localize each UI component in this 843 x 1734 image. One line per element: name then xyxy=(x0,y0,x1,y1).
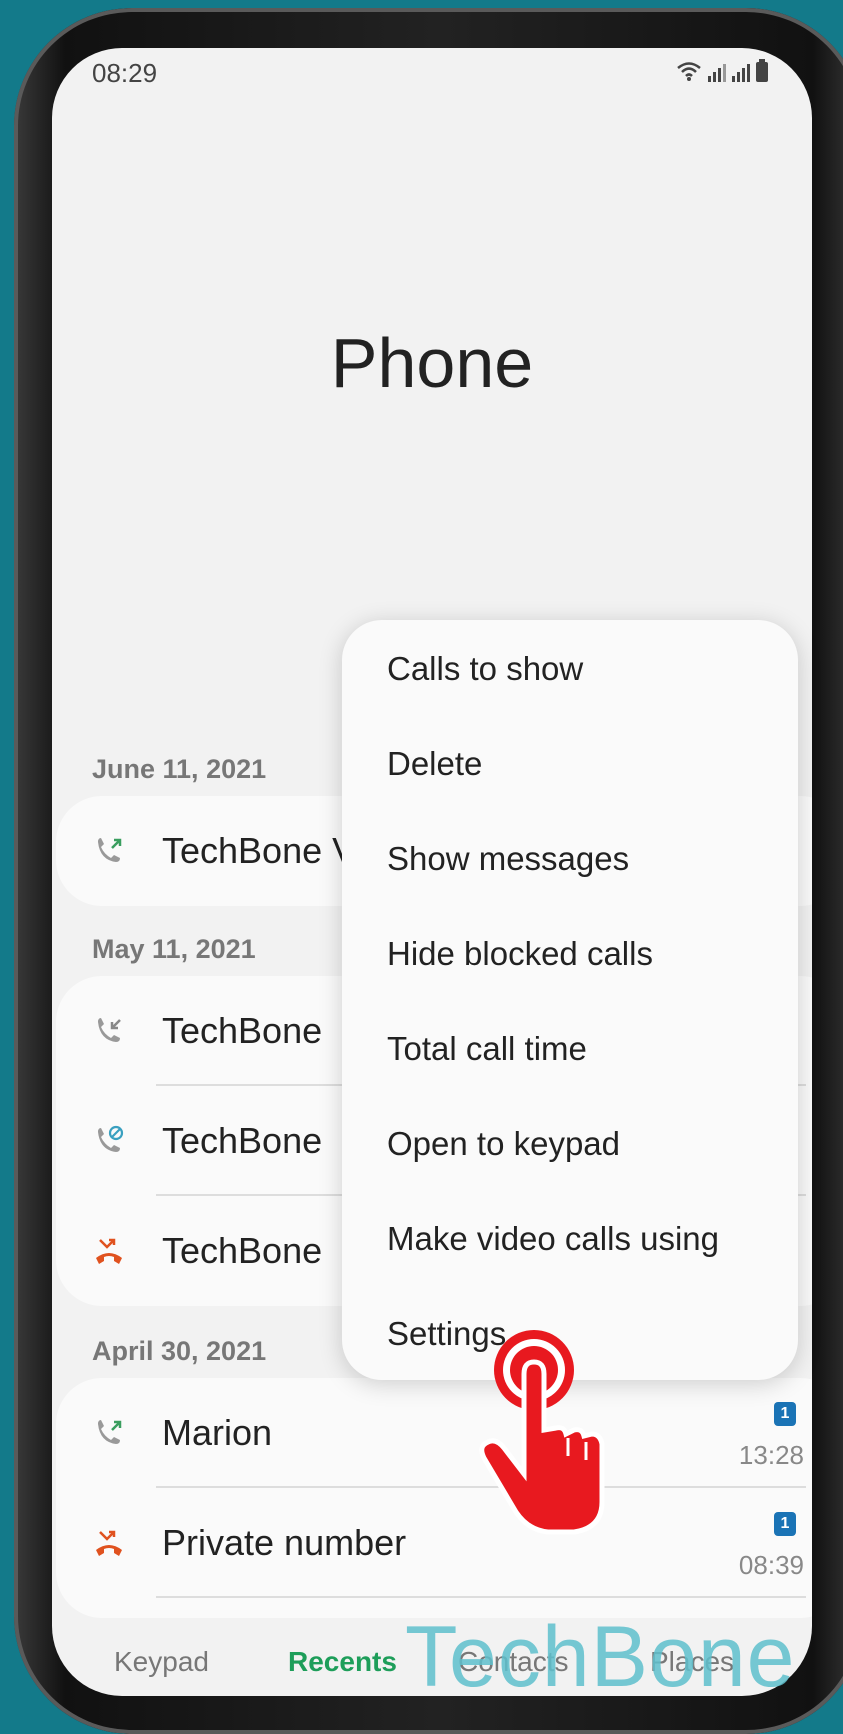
wifi-icon xyxy=(677,62,701,81)
incoming-call-icon xyxy=(98,1018,121,1042)
contact-name: Private number xyxy=(162,1522,407,1563)
signal-icon-2 xyxy=(732,64,750,82)
call-time: 13:28 xyxy=(738,1440,804,1470)
sim-badge: 1 xyxy=(774,1512,796,1536)
call-time: 08:39 xyxy=(738,1550,804,1580)
overflow-menu: Calls to show Delete Show messages Hide … xyxy=(342,620,798,1380)
sim-badge: 1 xyxy=(774,1402,796,1426)
menu-item-video-calls[interactable]: Make video calls using xyxy=(387,1220,719,1258)
battery-icon xyxy=(756,59,768,82)
status-bar: 08:29 xyxy=(92,54,768,94)
menu-item-total-call-time[interactable]: Total call time xyxy=(387,1030,587,1068)
menu-item-delete[interactable]: Delete xyxy=(387,745,482,783)
tap-indicator-icon xyxy=(479,1330,605,1535)
missed-call-icon xyxy=(96,1530,122,1556)
outgoing-call-icon xyxy=(98,838,122,862)
outgoing-call-icon xyxy=(98,1420,122,1444)
tab-recents[interactable]: Recents xyxy=(288,1646,397,1678)
call-log-row[interactable]: Private number 1 08:39 xyxy=(56,1488,812,1598)
call-log-card: Marion 1 13:28 Private number 1 08:39 xyxy=(56,1378,812,1618)
app-title: Phone xyxy=(330,324,534,402)
menu-item-calls-to-show[interactable]: Calls to show xyxy=(387,650,583,688)
date-header: April 30, 2021 xyxy=(92,1336,267,1366)
contact-name: Marion xyxy=(162,1412,273,1453)
menu-item-hide-blocked-calls[interactable]: Hide blocked calls xyxy=(387,935,653,973)
status-icons xyxy=(676,59,768,82)
watermark-logo: TechBone xyxy=(405,1609,796,1705)
contact-name: TechBone V xyxy=(162,830,357,871)
menu-item-open-to-keypad[interactable]: Open to keypad xyxy=(387,1125,620,1163)
status-time: 08:29 xyxy=(92,58,158,88)
date-header: May 11, 2021 xyxy=(92,934,256,964)
contact-name: TechBone xyxy=(162,1230,323,1271)
call-log-row[interactable]: Marion 1 13:28 xyxy=(56,1378,812,1488)
signal-icon-1 xyxy=(708,64,726,82)
missed-call-icon xyxy=(96,1238,122,1264)
row-divider xyxy=(156,1596,806,1598)
contact-name: TechBone xyxy=(162,1010,323,1051)
date-header: June 11, 2021 xyxy=(92,754,267,784)
menu-item-show-messages[interactable]: Show messages xyxy=(387,840,629,878)
contact-name: TechBone xyxy=(162,1120,323,1161)
blocked-call-icon xyxy=(98,1125,124,1152)
tab-keypad[interactable]: Keypad xyxy=(114,1646,209,1678)
